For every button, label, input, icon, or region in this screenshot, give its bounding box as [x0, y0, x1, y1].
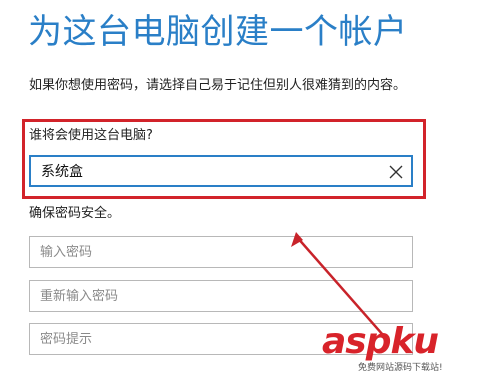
username-label: 谁将会使用这台电脑? — [29, 128, 153, 143]
close-icon[interactable] — [389, 164, 403, 179]
password-section-label: 确保密码安全。 — [29, 206, 121, 221]
password-placeholder: 输入密码 — [40, 245, 93, 260]
reenter-password-placeholder: 重新输入密码 — [40, 289, 119, 304]
watermark-logo-text: aspku — [322, 321, 439, 362]
watermark-logo: aspku 免费网站源码下载站! — [322, 322, 487, 374]
password-field[interactable]: 输入密码 — [29, 236, 413, 268]
username-field[interactable]: 系统盒 — [29, 155, 413, 187]
password-hint-placeholder: 密码提示 — [40, 332, 93, 347]
watermark-subtitle: 免费网站源码下载站! — [358, 363, 443, 373]
page-title: 为这台电脑创建一个帐户 — [28, 12, 408, 52]
username-value: 系统盒 — [41, 164, 83, 180]
intro-text: 如果你想使用密码，请选择自己易于记住但别人很难猜到的内容。 — [29, 78, 407, 93]
reenter-password-field[interactable]: 重新输入密码 — [29, 280, 413, 312]
